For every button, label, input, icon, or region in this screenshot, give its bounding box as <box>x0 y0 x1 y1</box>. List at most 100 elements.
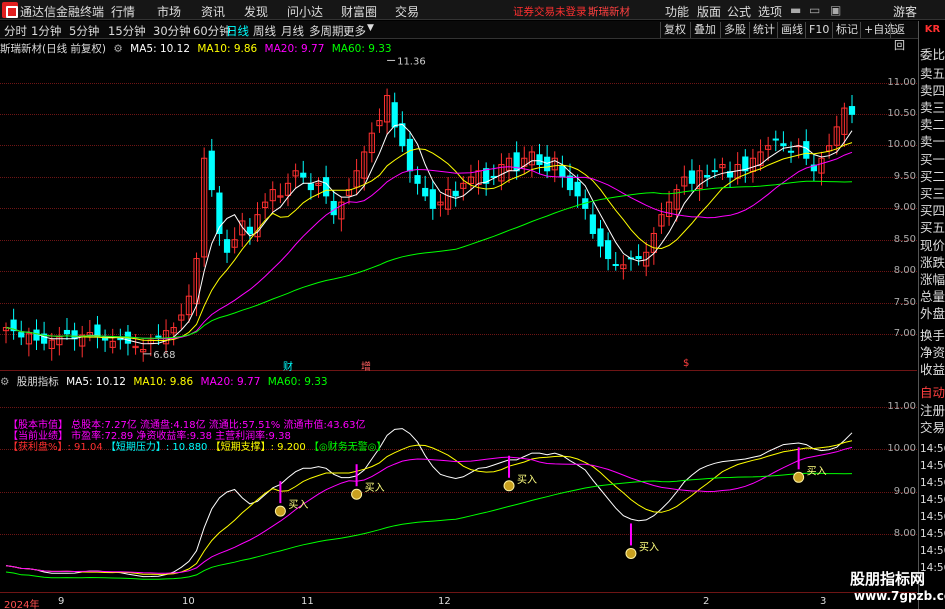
candle-body <box>688 170 696 184</box>
watermark-title: 股朋指标网 <box>850 570 926 588</box>
price-axis-label: 8.50 <box>893 234 916 245</box>
price-axis-label: 7.00 <box>893 328 916 339</box>
candle-body <box>63 329 71 335</box>
candle-body <box>605 240 612 260</box>
high-label: 11.36 <box>397 56 426 67</box>
candle-body <box>391 102 398 128</box>
price-axis-label: 11.00 <box>887 77 916 88</box>
ind-ma20-line <box>5 446 853 574</box>
guest-account[interactable]: 游客 <box>893 3 917 20</box>
ind-ma20-label: MA20: 9.77 <box>200 376 261 388</box>
x-axis-month: 2 <box>703 596 710 607</box>
candle-body <box>323 177 330 197</box>
ind-axis-label: 8.00 <box>893 528 916 539</box>
candle-body <box>787 150 795 153</box>
ma60-label: MA60: 9.33 <box>331 43 392 55</box>
low-label: 6.68 <box>153 350 175 361</box>
side-item-earnings: 收益 <box>920 362 945 377</box>
tick-time: 14:56 <box>920 443 945 455</box>
info-resistance: 【短期压力】: 10.880 <box>105 442 208 453</box>
tick-time: 14:56 <box>920 494 945 506</box>
ma60-line <box>5 180 853 339</box>
candle-body <box>780 143 787 147</box>
buy-coin-icon <box>274 505 286 517</box>
candle-body <box>772 138 779 141</box>
ind-axis-label: 10.00 <box>887 443 916 454</box>
buy-coin-icon <box>793 471 805 483</box>
tick-time: 14:56 <box>920 528 945 540</box>
candle-body <box>406 138 414 172</box>
price-axis-label: 8.00 <box>893 265 916 276</box>
candle-body <box>635 256 642 260</box>
watermark-url: www.7gpzb.com <box>854 589 945 603</box>
ma10-label: MA10: 9.86 <box>197 43 258 55</box>
side-item-change-pct: 涨幅 <box>920 272 945 287</box>
side-item-trade[interactable]: 交易 <box>920 419 945 437</box>
price-axis-label: 7.50 <box>893 297 916 308</box>
candle-body <box>536 154 543 166</box>
candle-body <box>246 226 253 234</box>
price-axis-label: 10.00 <box>887 139 916 150</box>
side-item-net-asset: 净资 <box>920 345 945 360</box>
side-item-ask5: 卖五 <box>920 66 945 81</box>
x-axis-month: 9 <box>58 596 65 607</box>
indicator-title: 股朋指标 <box>16 376 59 388</box>
quote-side-panel: KR 委比 卖五 卖四 卖三 卖二 卖一 买一 买二 买三 买四 买五 现价 涨… <box>918 21 945 609</box>
side-item-outer: 外盘 <box>920 306 945 321</box>
candle-body <box>704 175 711 178</box>
price-axis-label: 10.50 <box>887 108 916 119</box>
event-flag-increase[interactable]: 增 <box>361 358 371 373</box>
settings-icon[interactable]: ⚙ <box>113 43 122 55</box>
price-axis-label: 9.50 <box>893 171 916 182</box>
candle-body <box>848 106 856 115</box>
candle-body <box>399 123 406 147</box>
side-item-register[interactable]: 注册 <box>920 402 945 420</box>
settings-icon[interactable]: ⚙ <box>0 376 9 388</box>
candle-body <box>612 264 619 267</box>
info-profit-ratio: 【获利盘%】: 91.04 <box>8 442 103 453</box>
buy-label: 买入 <box>807 465 827 477</box>
candle-body <box>223 239 231 253</box>
tick-time: 14:56 <box>920 460 945 472</box>
buy-coin-icon <box>503 480 515 492</box>
candle-body <box>574 181 581 197</box>
side-panel-tab[interactable]: KR <box>919 21 945 39</box>
side-item-bid1: 买一 <box>920 152 945 167</box>
x-axis-month: 11 <box>301 596 314 607</box>
side-item-auto[interactable]: 自动 <box>920 384 945 402</box>
candle-body <box>711 170 718 173</box>
side-item-change: 涨跌 <box>920 255 945 270</box>
candle-body <box>589 214 596 234</box>
side-item-ask4: 卖四 <box>920 83 945 98</box>
side-item-price: 现价 <box>920 238 945 253</box>
event-flag-finance[interactable]: 财 <box>283 358 293 373</box>
ma5-label: MA5: 10.12 <box>130 43 190 55</box>
buy-label: 买入 <box>365 482 385 494</box>
candle-body <box>300 172 307 178</box>
price-axis-label: 9.00 <box>893 202 916 213</box>
kline-chart[interactable]: 11.366.68买入买入买入买入买入 <box>0 0 884 609</box>
buy-coin-icon <box>351 488 363 500</box>
side-item-ask1: 卖一 <box>920 134 945 149</box>
side-item-ask2: 卖二 <box>920 117 945 132</box>
ma5-line <box>5 123 853 345</box>
info-finance-warning: 【◎财务无警◎】 <box>308 442 387 453</box>
price-pane-header: 斯瑞新材(日线 前复权) ⚙ MA5: 10.12 MA10: 9.86 MA2… <box>0 41 396 55</box>
ma20-label: MA20: 9.77 <box>264 43 325 55</box>
candle-body <box>155 335 162 338</box>
candle-body <box>208 150 215 191</box>
tick-time: 14:56 <box>920 477 945 489</box>
buy-label: 买入 <box>517 474 537 486</box>
candle-body <box>429 189 436 209</box>
candle-body <box>330 200 337 216</box>
x-axis-month: 3 <box>820 596 827 607</box>
candle-body <box>559 165 566 178</box>
back-button[interactable]: 返回 <box>890 22 918 52</box>
candle-body <box>597 228 604 247</box>
site-watermark: 股朋指标网 www.7gpzb.com <box>846 568 945 609</box>
candle-body <box>566 175 574 191</box>
event-flag-dividend[interactable]: $ <box>683 358 689 369</box>
price-pane-title: 斯瑞新材(日线 前复权) <box>0 43 107 55</box>
side-item-turnover: 换手 <box>920 328 945 343</box>
ind-ma5-label: MA5: 10.12 <box>66 376 126 388</box>
